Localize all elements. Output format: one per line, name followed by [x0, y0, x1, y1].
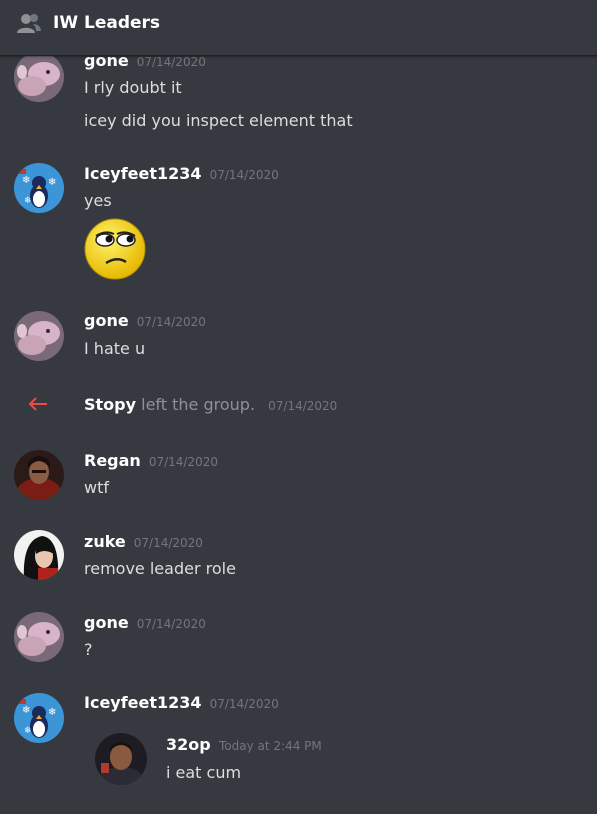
author-name[interactable]: Iceyfeet1234: [84, 164, 202, 183]
system-action: left the group.: [141, 395, 256, 414]
timestamp: 07/14/2020: [148, 455, 218, 469]
quoted-timestamp: Today at 2:44 PM: [219, 739, 322, 753]
message-text: ?: [84, 640, 93, 659]
timestamp: 07/14/2020: [209, 168, 279, 182]
channel-title: IW Leaders: [53, 13, 161, 33]
rolling-eyes-face-emoji: [84, 218, 146, 280]
avatar[interactable]: [14, 530, 64, 580]
timestamp: 07/14/2020: [209, 697, 279, 711]
svg-text:❄: ❄: [22, 175, 30, 186]
timestamp: 07/14/2020: [133, 536, 203, 550]
author-name[interactable]: Iceyfeet1234: [84, 693, 202, 712]
author-name[interactable]: zuke: [84, 532, 126, 551]
message-text: remove leader role: [84, 559, 236, 578]
embedded-screenshot-message: 32op Today at 2:44 PM i eat cum: [95, 730, 355, 786]
timestamp: 07/14/2020: [136, 617, 206, 631]
timestamp: 07/14/2020: [268, 399, 338, 413]
author-name[interactable]: gone: [84, 613, 129, 632]
group-members-icon[interactable]: [16, 12, 42, 36]
quoted-author-name: 32op: [166, 735, 211, 754]
message-text: I rly doubt it: [84, 78, 182, 97]
svg-text:❄: ❄: [48, 177, 56, 188]
message-text: wtf: [84, 478, 109, 497]
author-name[interactable]: gone: [84, 311, 129, 330]
avatar[interactable]: [14, 450, 64, 500]
message-text: icey did you inspect element that: [84, 111, 353, 130]
avatar[interactable]: [14, 311, 64, 361]
quoted-message-text: i eat cum: [166, 763, 242, 782]
avatar[interactable]: [14, 612, 64, 662]
avatar[interactable]: ❄ ❄ ❄: [14, 163, 64, 213]
avatar[interactable]: [14, 52, 64, 102]
avatar: [95, 733, 147, 785]
system-user[interactable]: Stopy: [84, 395, 136, 414]
avatar[interactable]: ❄ ❄ ❄: [14, 693, 64, 743]
timestamp: 07/14/2020: [136, 55, 206, 69]
svg-text:❄: ❄: [48, 707, 56, 718]
message-text: I hate u: [84, 339, 146, 358]
message-text: yes: [84, 191, 112, 210]
channel-header: IW Leaders: [0, 0, 597, 56]
svg-text:❄: ❄: [22, 705, 30, 716]
author-name[interactable]: Regan: [84, 451, 141, 470]
timestamp: 07/14/2020: [136, 315, 206, 329]
leave-arrow-icon: [28, 397, 47, 411]
